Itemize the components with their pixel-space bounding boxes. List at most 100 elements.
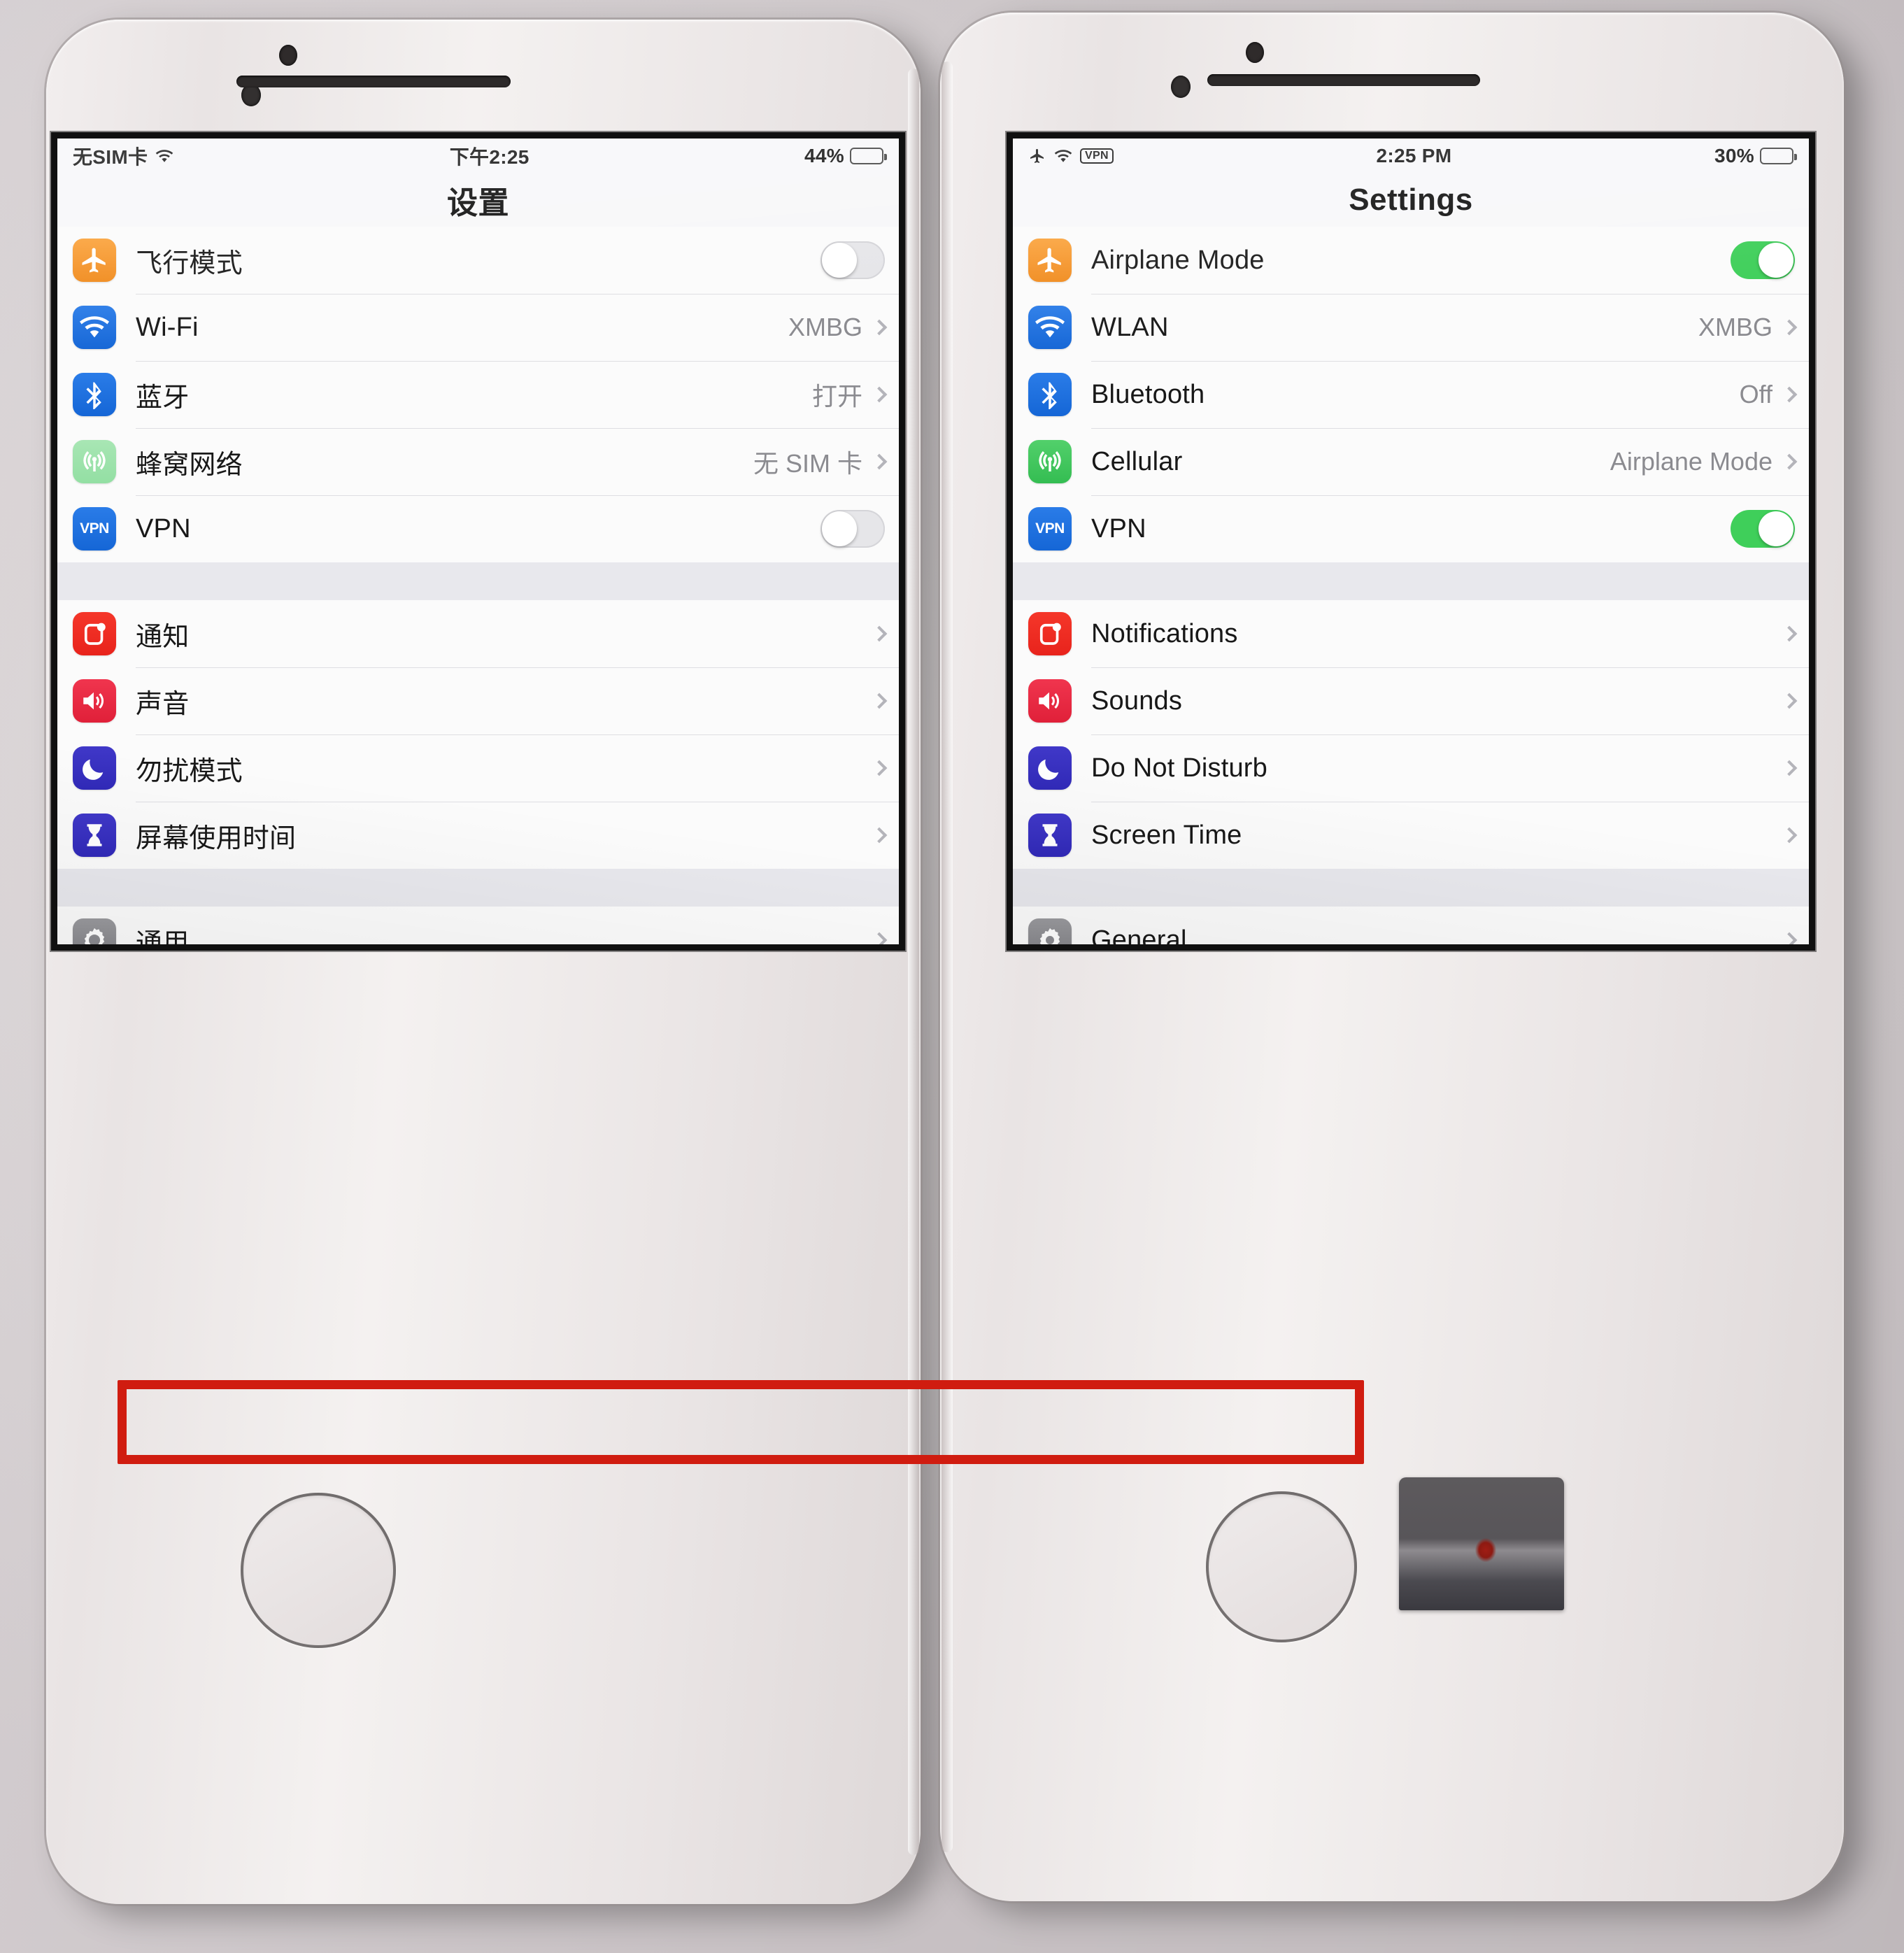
status-time-right: 2:25 PM	[1376, 145, 1452, 166]
moon-icon	[73, 746, 116, 790]
airplane-mode-toggle[interactable]	[1731, 241, 1795, 279]
page-title-right: Settings	[1013, 173, 1809, 227]
sounds-icon	[73, 679, 116, 723]
phone-left-screen: 无SIM卡 下午2:25 44% 设置 飞行模式 Wi-Fi XMBG 蓝牙 打…	[57, 139, 899, 944]
status-bar-left: 无SIM卡 下午2:25 44%	[57, 139, 899, 173]
group-separator	[1013, 562, 1809, 600]
settings-row-notifications[interactable]: Notifications	[1013, 600, 1809, 667]
home-button[interactable]	[1206, 1491, 1357, 1642]
home-button[interactable]	[241, 1493, 396, 1648]
settings-row-cellular[interactable]: Cellular Airplane Mode	[1013, 428, 1809, 495]
settings-row-bluetooth[interactable]: Bluetooth Off	[1013, 361, 1809, 428]
settings-row-label: 勿扰模式	[136, 755, 243, 786]
airplane-icon	[1030, 149, 1044, 163]
settings-row-value: Off	[1739, 380, 1772, 409]
settings-row-general[interactable]: 通用	[57, 907, 899, 944]
wifi-icon	[73, 306, 116, 349]
settings-list-right[interactable]: Airplane Mode WLAN XMBG Bluetooth Off Ce…	[1013, 227, 1809, 944]
chevron-right-icon	[1781, 827, 1798, 844]
settings-row-label: Sounds	[1091, 686, 1183, 716]
chevron-right-icon	[871, 827, 888, 844]
settings-row-label: 屏幕使用时间	[136, 822, 297, 853]
front-camera-icon	[1246, 42, 1264, 63]
tape-patch	[1399, 1477, 1564, 1610]
chevron-right-icon	[1781, 932, 1798, 944]
settings-row-general[interactable]: General	[1013, 907, 1809, 944]
settings-row-notifications[interactable]: 通知	[57, 600, 899, 667]
settings-row-wifi[interactable]: Wi-Fi XMBG	[57, 294, 899, 361]
settings-group-system: 通用 控制中心 AA 显示与亮度	[57, 907, 899, 944]
bluetooth-icon	[1028, 373, 1072, 416]
status-bar-right: VPN 2:25 PM 30%	[1013, 139, 1809, 173]
gear-icon	[73, 918, 116, 944]
settings-row-label: Bluetooth	[1091, 379, 1205, 409]
earpiece-speaker	[1207, 74, 1480, 86]
group-separator	[1013, 869, 1809, 907]
notifications-icon	[1028, 612, 1072, 655]
moon-icon	[1028, 746, 1072, 790]
notifications-icon	[73, 612, 116, 655]
settings-row-value: Airplane Mode	[1610, 447, 1772, 476]
chevron-right-icon	[1781, 319, 1798, 336]
settings-row-label: 蜂窝网络	[136, 448, 243, 480]
settings-row-label: Airplane Mode	[1091, 245, 1265, 275]
hourglass-icon	[73, 814, 116, 857]
vpn-icon: VPN	[73, 507, 116, 551]
vpn-status-badge: VPN	[1080, 148, 1114, 164]
settings-row-wlan[interactable]: WLAN XMBG	[1013, 294, 1809, 361]
settings-group-alerts: 通知 声音 勿扰模式 屏幕使用时间	[57, 600, 899, 869]
settings-row-label: 飞行模式	[136, 247, 243, 278]
vpn-toggle[interactable]	[820, 510, 885, 548]
settings-group-system: General Control Center AA Display & Brig…	[1013, 907, 1809, 944]
settings-row-label: VPN	[136, 513, 191, 544]
settings-row-value: 无 SIM 卡	[753, 449, 862, 478]
vpn-toggle[interactable]	[1731, 510, 1795, 548]
airplane-icon	[1028, 239, 1072, 282]
settings-group-alerts: Notifications Sounds Do Not Disturb Scre…	[1013, 600, 1809, 869]
settings-row-screen-time[interactable]: 屏幕使用时间	[57, 802, 899, 869]
settings-row-airplane-mode[interactable]: 飞行模式	[57, 227, 899, 294]
settings-row-airplane-mode[interactable]: Airplane Mode	[1013, 227, 1809, 294]
settings-row-screen-time[interactable]: Screen Time	[1013, 802, 1809, 869]
settings-row-do-not-disturb[interactable]: 勿扰模式	[57, 734, 899, 802]
phone-right-side-rim	[942, 62, 953, 1852]
settings-row-vpn[interactable]: VPN VPN	[1013, 495, 1809, 562]
wifi-icon	[1028, 306, 1072, 349]
chevron-right-icon	[871, 386, 888, 403]
chevron-right-icon	[871, 319, 888, 336]
settings-row-bluetooth[interactable]: 蓝牙 打开	[57, 361, 899, 428]
proximity-sensor-icon	[1171, 76, 1191, 98]
chevron-right-icon	[871, 625, 888, 642]
settings-row-label: WLAN	[1091, 312, 1169, 342]
settings-row-label: 通用	[136, 927, 190, 945]
wifi-icon	[1054, 150, 1072, 162]
front-camera-icon	[279, 45, 297, 66]
chevron-right-icon	[1781, 625, 1798, 642]
wifi-icon	[156, 150, 173, 162]
settings-row-value: XMBG	[788, 313, 862, 341]
cellular-icon	[73, 440, 116, 483]
battery-percent-right: 30%	[1714, 145, 1754, 166]
chevron-right-icon	[871, 932, 888, 944]
settings-row-sounds[interactable]: 声音	[57, 667, 899, 734]
settings-row-label: General	[1091, 925, 1187, 945]
chevron-right-icon	[1781, 693, 1798, 709]
group-separator	[57, 562, 899, 600]
settings-row-sounds[interactable]: Sounds	[1013, 667, 1809, 734]
chevron-right-icon	[871, 453, 888, 470]
chevron-right-icon	[1781, 453, 1798, 470]
chevron-right-icon	[871, 760, 888, 776]
bluetooth-icon	[73, 373, 116, 416]
settings-row-cellular[interactable]: 蜂窝网络 无 SIM 卡	[57, 428, 899, 495]
settings-row-value: 打开	[811, 382, 862, 411]
vpn-icon: VPN	[1028, 507, 1072, 551]
settings-row-vpn[interactable]: VPN VPN	[57, 495, 899, 562]
settings-row-do-not-disturb[interactable]: Do Not Disturb	[1013, 734, 1809, 802]
battery-icon	[1760, 148, 1797, 164]
settings-row-label: Wi-Fi	[136, 312, 199, 342]
chevron-right-icon	[1781, 760, 1798, 776]
cellular-icon	[1028, 440, 1072, 483]
settings-list-left[interactable]: 飞行模式 Wi-Fi XMBG 蓝牙 打开 蜂窝网络 无 SIM 卡 VPN V…	[57, 227, 899, 944]
chevron-right-icon	[871, 693, 888, 709]
airplane-mode-toggle[interactable]	[820, 241, 885, 279]
